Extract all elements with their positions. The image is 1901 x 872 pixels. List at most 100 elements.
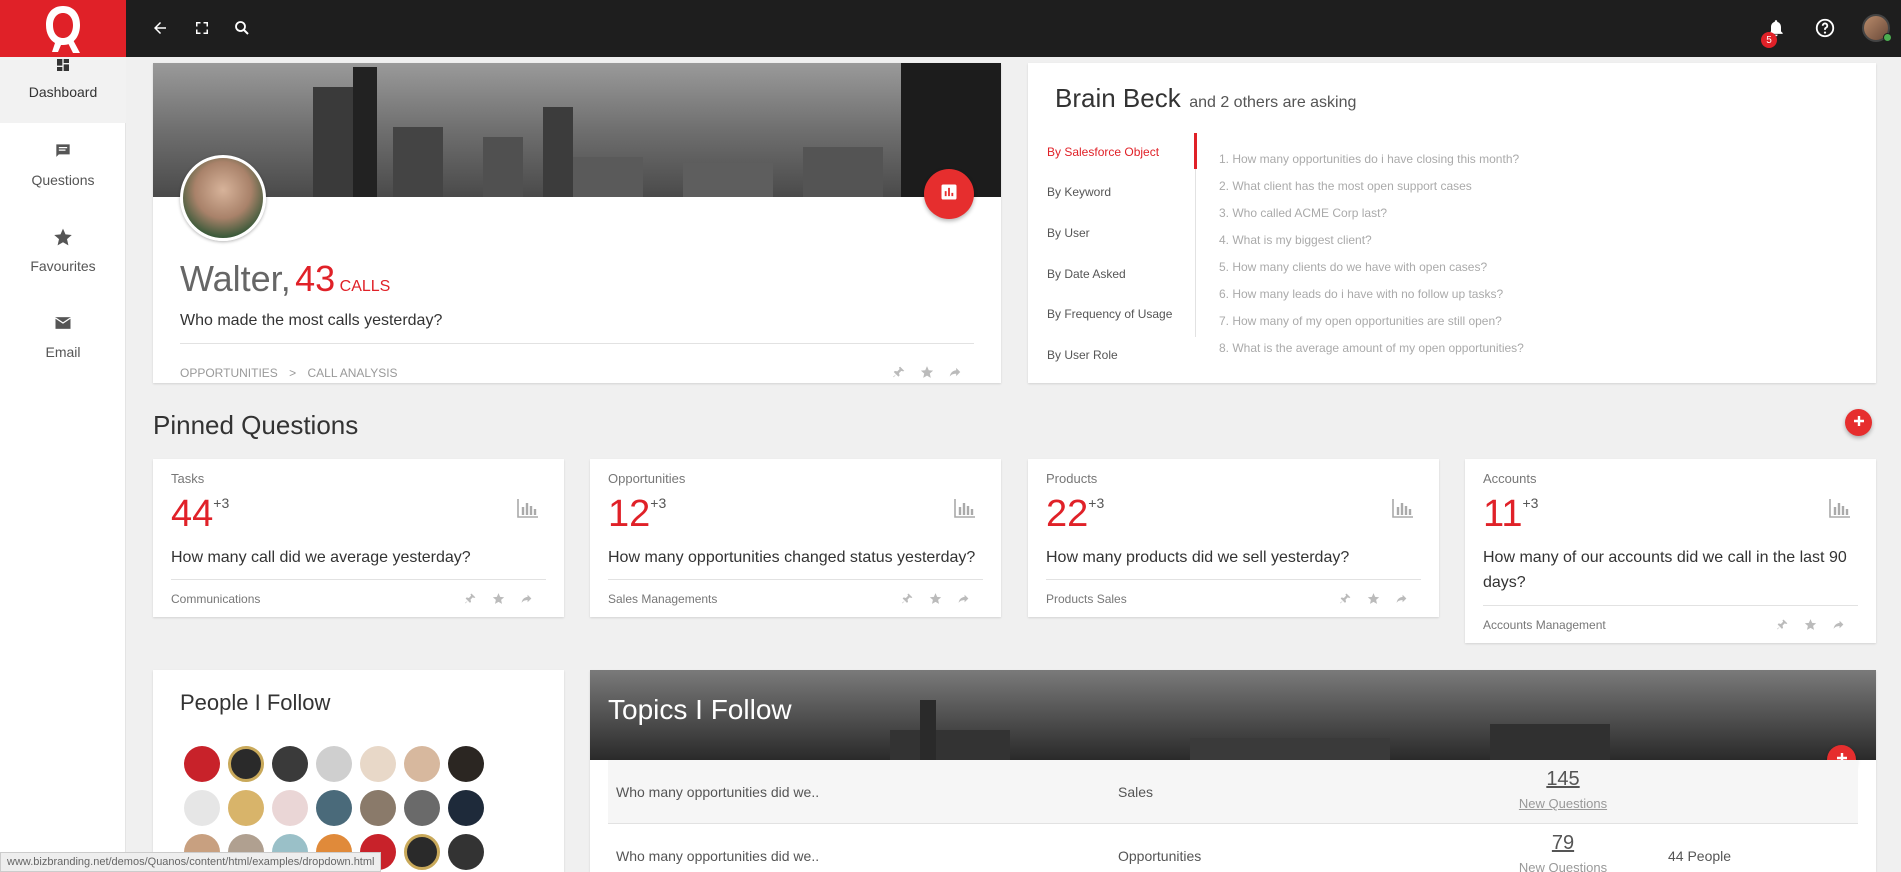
person-avatar[interactable] <box>404 746 440 782</box>
topic-question: Who many opportunities did we.. <box>616 848 820 864</box>
filter-by-date-asked[interactable]: By Date Asked <box>1047 267 1126 281</box>
browser-status-bar: www.bizbranding.net/demos/Quanos/content… <box>0 852 382 872</box>
pinned-footer[interactable]: Accounts Management <box>1483 618 1606 632</box>
profile-question[interactable]: Who made the most calls yesterday? <box>180 312 442 330</box>
bar-chart-icon[interactable] <box>952 495 978 521</box>
pinned-card-opportunities[interactable]: Opportunities 12+3 How many opportunitie… <box>590 459 1001 617</box>
bar-chart-icon[interactable] <box>515 495 541 521</box>
person-avatar[interactable] <box>184 790 220 826</box>
app-logo[interactable] <box>0 0 126 57</box>
pin-icon[interactable] <box>1336 589 1354 607</box>
star-icon[interactable] <box>489 589 507 607</box>
profile-avatar[interactable] <box>180 155 266 241</box>
sidebar: Dashboard Questions Favourites Email <box>0 57 126 872</box>
share-icon[interactable] <box>946 363 964 381</box>
sidebar-item-questions[interactable]: Questions <box>0 141 126 211</box>
person-avatar[interactable] <box>404 834 440 870</box>
pinned-footer[interactable]: Communications <box>171 592 260 606</box>
suggested-question[interactable]: 1. How many opportunities do i have clos… <box>1219 152 1519 166</box>
star-icon <box>53 227 73 250</box>
pinned-footer[interactable]: Sales Managements <box>608 592 717 606</box>
asking-suffix: and 2 others are asking <box>1189 94 1357 111</box>
suggested-question[interactable]: 4. What is my biggest client? <box>1219 233 1372 247</box>
filter-by-salesforce-object[interactable]: By Salesforce Object <box>1047 145 1159 159</box>
person-avatar[interactable] <box>316 746 352 782</box>
sidebar-item-dashboard[interactable]: Dashboard <box>0 57 126 123</box>
breadcrumb-call-analysis[interactable]: CALL ANALYSIS <box>308 366 398 380</box>
help-icon[interactable] <box>1813 16 1837 40</box>
star-icon[interactable] <box>1364 589 1382 607</box>
person-avatar[interactable] <box>316 790 352 826</box>
topic-row[interactable]: Who many opportunities did we.. Opportun… <box>608 824 1858 872</box>
add-pinned-button[interactable] <box>1845 409 1872 436</box>
bar-chart-icon[interactable] <box>1827 495 1853 521</box>
filter-by-user[interactable]: By User <box>1047 226 1090 240</box>
pin-icon[interactable] <box>898 589 916 607</box>
person-avatar[interactable] <box>184 746 220 782</box>
person-avatar[interactable] <box>228 790 264 826</box>
person-avatar[interactable] <box>360 746 396 782</box>
person-avatar[interactable] <box>272 746 308 782</box>
bar-chart-icon[interactable] <box>1390 495 1416 521</box>
topic-count[interactable]: 79 <box>1508 832 1618 855</box>
pin-icon[interactable] <box>461 589 479 607</box>
star-icon[interactable] <box>926 589 944 607</box>
pinned-category: Opportunities <box>608 471 686 486</box>
topic-count[interactable]: 145 <box>1508 768 1618 791</box>
person-avatar[interactable] <box>360 790 396 826</box>
suggested-question[interactable]: 8. What is the average amount of my open… <box>1219 341 1524 355</box>
pinned-card-accounts[interactable]: Accounts 11+3 How many of our accounts d… <box>1465 459 1876 643</box>
pinned-category: Tasks <box>171 471 205 486</box>
asking-user-name[interactable]: Brain Beck <box>1055 83 1181 113</box>
divider <box>1046 579 1421 580</box>
fullscreen-icon[interactable] <box>190 16 214 40</box>
pinned-card-tasks[interactable]: Tasks 44+3 How many call did we average … <box>153 459 564 617</box>
topic-people: 44 People <box>1668 848 1732 864</box>
pinned-category: Products <box>1046 471 1098 486</box>
pinned-card-products[interactable]: Products 22+3 How many products did we s… <box>1028 459 1439 617</box>
filter-by-keyword[interactable]: By Keyword <box>1047 185 1111 199</box>
sidebar-item-favourites[interactable]: Favourites <box>0 227 126 297</box>
sidebar-item-label: Dashboard <box>28 84 98 100</box>
star-icon[interactable] <box>918 363 936 381</box>
bar-chart-icon <box>939 182 959 207</box>
suggested-question[interactable]: 5. How many clients do we have with open… <box>1219 260 1487 274</box>
pinned-number: 12+3 <box>608 493 667 535</box>
suggested-question[interactable]: 6. How many leads do i have with no foll… <box>1219 287 1503 301</box>
sidebar-item-email[interactable]: Email <box>0 313 126 383</box>
suggested-question[interactable]: 7. How many of my open opportunities are… <box>1219 314 1502 328</box>
divider <box>608 579 983 580</box>
share-icon[interactable] <box>1392 589 1410 607</box>
person-avatar[interactable] <box>448 790 484 826</box>
notification-badge: 5 <box>1761 32 1777 48</box>
breadcrumb-opportunities[interactable]: OPPORTUNITIES <box>180 366 278 380</box>
topic-row[interactable]: Who many opportunities did we.. Sales 14… <box>608 760 1858 824</box>
share-icon[interactable] <box>517 589 535 607</box>
person-avatar[interactable] <box>228 746 264 782</box>
share-icon[interactable] <box>954 589 972 607</box>
pin-icon[interactable] <box>890 363 908 381</box>
star-icon[interactable] <box>1801 615 1819 633</box>
search-icon[interactable] <box>230 16 254 40</box>
suggested-question[interactable]: 3. Who called ACME Corp last? <box>1219 206 1387 220</box>
share-icon[interactable] <box>1829 615 1847 633</box>
person-avatar[interactable] <box>448 746 484 782</box>
pinned-question: How many call did we average yesterday? <box>171 549 471 566</box>
pinned-footer[interactable]: Products Sales <box>1046 592 1127 606</box>
person-avatar[interactable] <box>404 790 440 826</box>
pinned-title: Pinned Questions <box>153 410 359 440</box>
pinned-number: 11+3 <box>1483 493 1539 535</box>
person-avatar[interactable] <box>272 790 308 826</box>
topic-count-label[interactable]: New Questions <box>1508 796 1618 811</box>
asking-header: Brain Beck and 2 others are asking <box>1055 83 1356 114</box>
chart-fab-button[interactable] <box>924 169 974 219</box>
topic-count-label[interactable]: New Questions <box>1508 860 1618 872</box>
filter-active-indicator <box>1194 133 1197 169</box>
suggested-question[interactable]: 2. What client has the most open support… <box>1219 179 1472 193</box>
filter-by-user-role[interactable]: By User Role <box>1047 348 1118 362</box>
pin-icon[interactable] <box>1773 615 1791 633</box>
sidebar-item-label: Questions <box>31 172 95 188</box>
filter-by-frequency[interactable]: By Frequency of Usage <box>1047 307 1172 321</box>
person-avatar[interactable] <box>448 834 484 870</box>
back-arrow-icon[interactable] <box>148 16 172 40</box>
